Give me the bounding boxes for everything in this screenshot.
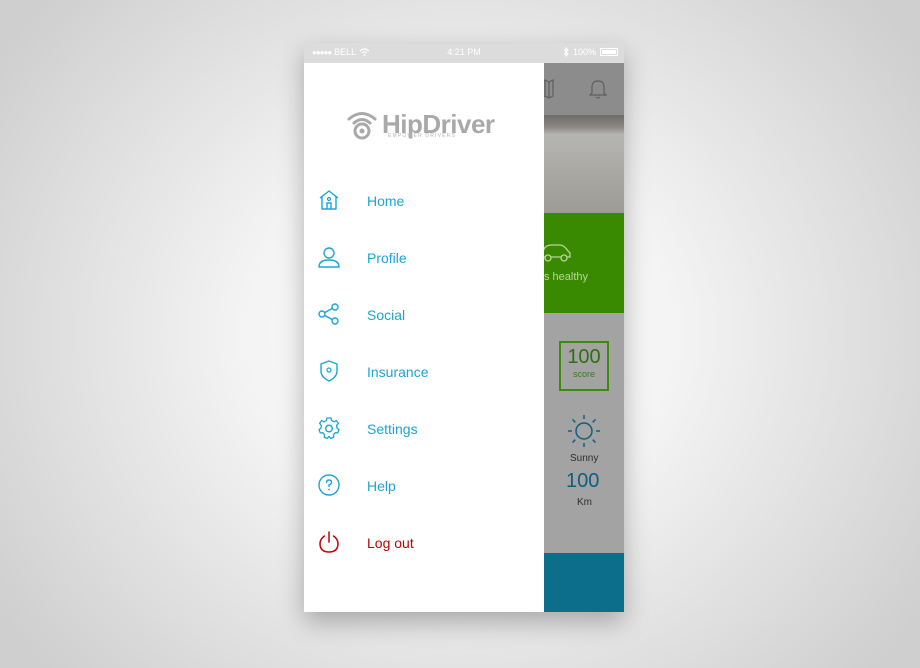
menu-label-insurance: Insurance [367, 364, 429, 380]
menu-label-home: Home [367, 193, 405, 209]
navigation-drawer: HipDriver EMPOWER DRIVERS Home Profile S… [304, 63, 544, 612]
battery-percent: 100% [572, 47, 596, 57]
battery-icon [600, 48, 618, 56]
menu-item-insurance[interactable]: Insurance [304, 351, 544, 391]
menu-label-help: Help [367, 478, 396, 494]
score-label: score [572, 369, 595, 379]
home-icon [319, 190, 339, 210]
score-box: 100 score [559, 341, 609, 391]
phone-frame: ●●●●● BELL 4:21 PM 100% s healthy 100 sc… [304, 43, 624, 612]
score-value: 100 [567, 346, 601, 368]
logo-tagline: EMPOWER DRIVERS [388, 133, 457, 139]
power-icon [319, 531, 339, 553]
shield-icon [320, 360, 338, 382]
share-icon [318, 303, 339, 325]
menu-item-profile[interactable]: Profile [304, 237, 544, 277]
help-icon [318, 474, 340, 496]
menu-item-home[interactable]: Home [304, 180, 544, 220]
car-icon [541, 244, 571, 262]
logo-signal-icon [347, 112, 377, 140]
distance-value: 100 [566, 470, 600, 492]
gear-icon [318, 417, 340, 440]
menu-label-settings: Settings [367, 421, 418, 437]
menu-item-social[interactable]: Social [304, 294, 544, 334]
health-status-text: s healthy [544, 271, 589, 283]
menu-item-help[interactable]: Help [304, 465, 544, 505]
menu-label-profile: Profile [367, 250, 407, 266]
menu-item-settings[interactable]: Settings [304, 408, 544, 448]
user-icon [318, 247, 340, 268]
bluetooth-icon [563, 47, 569, 57]
status-bar: ●●●●● BELL 4:21 PM 100% [304, 43, 624, 63]
bell-icon[interactable] [589, 79, 607, 99]
distance-unit: Km [577, 497, 592, 508]
weather-label: Sunny [570, 453, 599, 464]
menu-label-logout: Log out [367, 535, 414, 551]
menu-item-logout[interactable]: Log out [304, 522, 544, 562]
sun-icon [568, 415, 600, 447]
menu-label-social: Social [367, 307, 406, 323]
app-logo: HipDriver EMPOWER DRIVERS [346, 107, 495, 141]
status-right: 100% [563, 47, 618, 57]
